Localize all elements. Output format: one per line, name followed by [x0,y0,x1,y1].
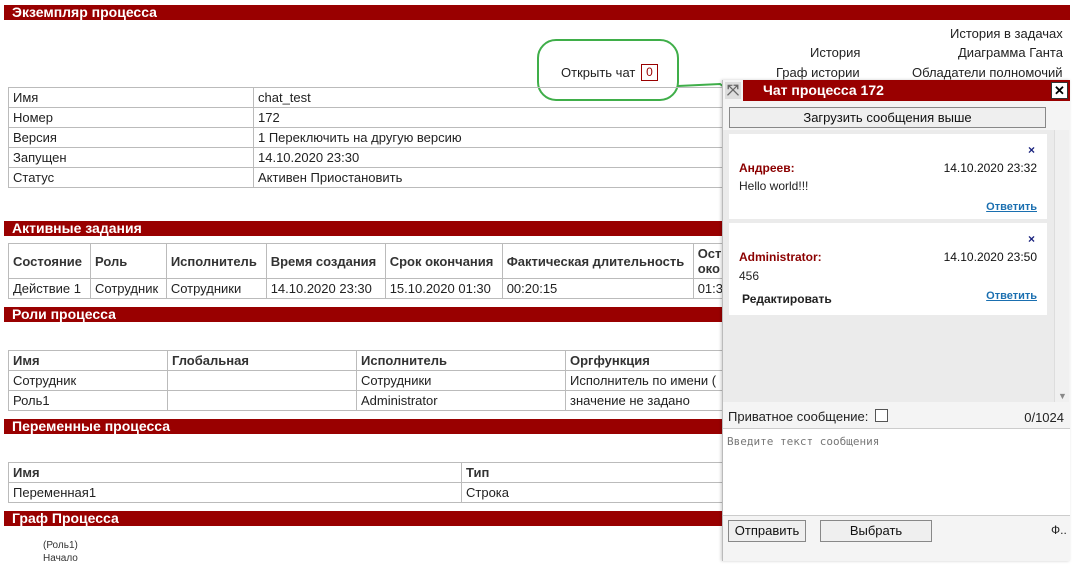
history-link[interactable]: История [810,45,860,60]
owners-link[interactable]: Обладатели полномочий [912,65,1063,80]
send-button[interactable]: Отправить [728,520,806,542]
reply-link[interactable]: Ответить [986,201,1037,213]
table-row: Версия 1 Переключить на другую версию [8,127,728,148]
variables-table: Имя Тип Переменная1 Строка [8,462,728,503]
table-header-row: Имя Глобальная Исполнитель Оргфункция [8,350,728,371]
chat-count-badge[interactable]: 0 [641,64,658,81]
history-graph-link[interactable]: Граф истории [776,65,860,80]
table-row: Сотрудник Сотрудники Исполнитель по имени … [8,370,728,391]
choose-file-button[interactable]: Выбрать [820,520,932,542]
message-author: Administrator: [739,250,822,264]
message-time: 14.10.2020 23:50 [943,250,1037,264]
private-label: Приватное сообщение: [728,409,869,424]
table-header-row: Состояние Роль Исполнитель Время создани… [8,243,729,279]
task-history-link[interactable]: История в задачах [950,26,1063,41]
close-icon[interactable]: ✕ [1051,82,1068,99]
process-info-table: Имя chat_test Номер 172 Версия 1 Переключит… [8,87,728,188]
active-tasks-table: Состояние Роль Исполнитель Время создани… [8,243,729,299]
table-row: Переменная1 Строка [8,482,728,503]
private-checkbox[interactable] [875,409,888,422]
graph-role-label: (Роль1) [43,540,78,551]
message-author: Андреев: [739,161,795,175]
char-counter: 0/1024 [1024,410,1064,425]
graph-start-label: Начало [43,553,78,564]
roles-table: Имя Глобальная Исполнитель Оргфункция Со… [8,350,728,411]
process-instance-header: Экземпляр процесса [4,5,1070,20]
table-row: Роль1 Administrator значение не задано [8,390,728,411]
chat-message: × Андреев: 14.10.2020 23:32 Hello world!… [729,134,1047,219]
table-header-row: Имя Тип [8,462,728,483]
scroll-down-icon[interactable]: ▼ [1058,391,1067,401]
expand-icon[interactable]: ⤧ [725,82,741,99]
chat-message: × Administrator: 14.10.2020 23:50 456 Ре… [729,223,1047,315]
table-row: Запущен 14.10.2020 23:30 [8,147,728,168]
chat-panel: ⤧ Чат процесса 172 ✕ Загрузить сообщения… [722,80,1070,561]
message-time: 14.10.2020 23:32 [943,161,1037,175]
chat-title-bar: Чат процесса 172 [743,80,1070,101]
table-row[interactable]: Действие 1 Сотрудник Сотрудники 14.10.2020… [8,278,729,299]
message-placeholder: Введите текст сообщения [727,435,880,448]
messages-area: × Андреев: 14.10.2020 23:32 Hello world!… [723,130,1059,402]
gantt-link[interactable]: Диаграмма Ганта [958,45,1063,60]
table-row: Номер 172 [8,107,728,128]
message-input[interactable]: Введите текст сообщения [723,428,1070,516]
delete-message-icon[interactable]: × [1028,232,1035,246]
edit-message-link[interactable]: Редактировать [742,292,832,306]
file-label: Ф.. [1051,523,1067,537]
load-more-button[interactable]: Загрузить сообщения выше [729,107,1046,128]
table-row: Имя chat_test [8,87,728,108]
messages-scrollbar[interactable]: ▼ [1054,130,1069,402]
delete-message-icon[interactable]: × [1028,143,1035,157]
open-chat-link[interactable]: Открыть чат [561,65,635,80]
chat-title: Чат процесса 172 [763,82,884,98]
message-text: Hello world!!! [739,179,809,193]
message-text: 456 [739,269,760,283]
table-row: Статус Активен Приостановить [8,167,728,188]
reply-link[interactable]: Ответить [986,290,1037,302]
